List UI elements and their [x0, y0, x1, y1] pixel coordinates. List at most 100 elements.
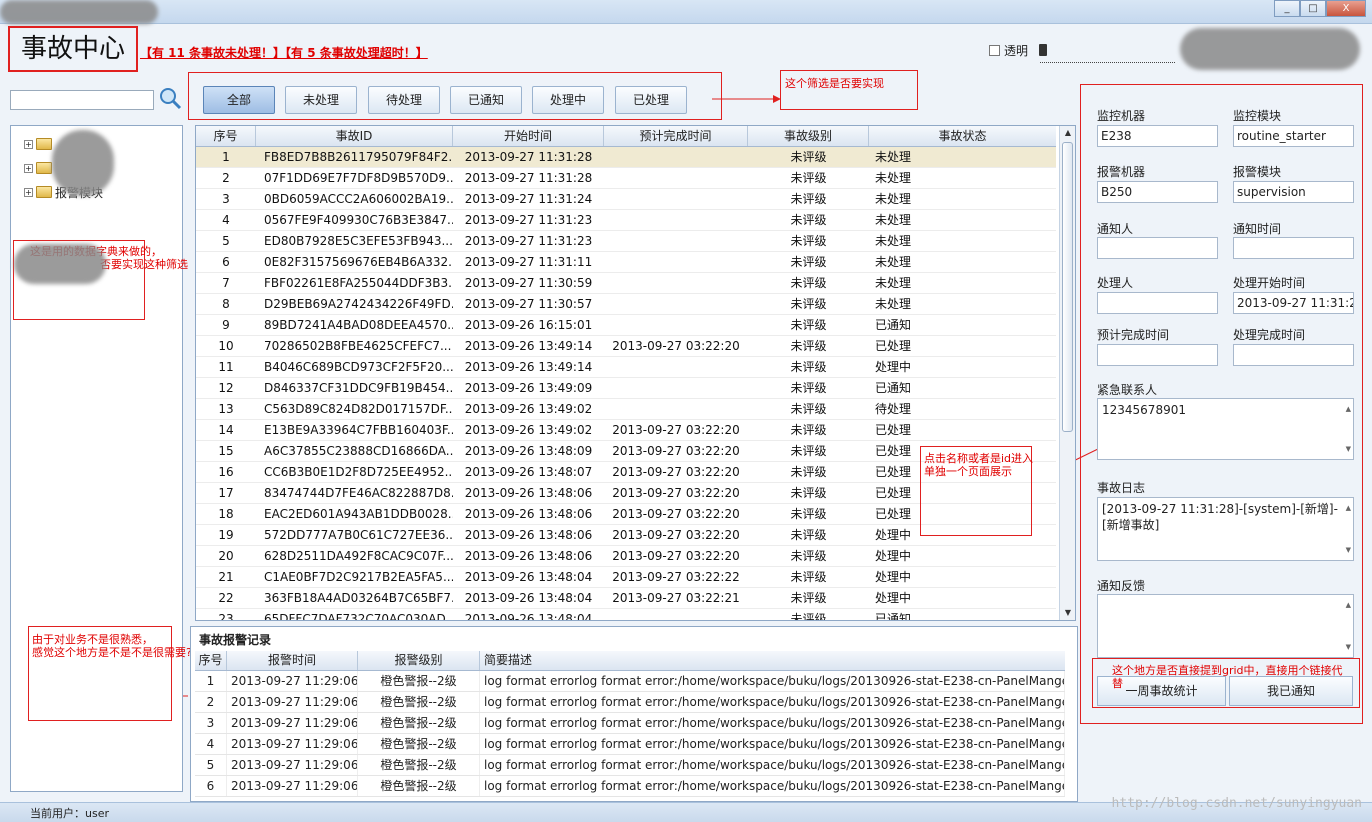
- table-row[interactable]: 3 2013-09-27 11:29:06 橙色警报--2级 log format e…: [195, 713, 1065, 734]
- table-cell[interactable]: D29BEB69A2742434226F49FD...: [256, 294, 453, 314]
- table-row[interactable]: 6 2013-09-27 11:29:06 橙色警报--2级 log format e…: [195, 776, 1065, 797]
- table-cell[interactable]: 0BD6059ACCC2A606002BA19...: [256, 189, 453, 209]
- notified-button[interactable]: 我已通知: [1229, 676, 1353, 706]
- table-cell[interactable]: 572DD777A7B0C61C727EE36...: [256, 525, 453, 545]
- table-row[interactable]: 4 0567FE9F409930C76B3E3847... 2013-09-27 1…: [196, 210, 1056, 231]
- table-cell[interactable]: CC6B3B0E1D2F8D725EE4952...: [256, 462, 453, 482]
- scroll-up-icon[interactable]: ▲: [1060, 126, 1075, 140]
- table-row[interactable]: 10 70286502B8FBE4625CFEFC7... 2013-09-26 1…: [196, 336, 1056, 357]
- table-row[interactable]: 20 628D2511DA492F8CAC9C07F... 2013-09-26 1…: [196, 546, 1056, 567]
- transparency-slider[interactable]: [1040, 55, 1175, 63]
- table-cell[interactable]: E13BE9A33964C7FBB160403F...: [256, 420, 453, 440]
- tree-node-2[interactable]: +: [24, 159, 52, 177]
- table-cell[interactable]: ED80B7928E5C3EFE53FB943...: [256, 231, 453, 251]
- scroll-down-icon[interactable]: ▼: [1060, 606, 1075, 620]
- table-cell[interactable]: 07F1DD69E7F7DF8D9B570D9...: [256, 168, 453, 188]
- col-header[interactable]: 报警时间: [227, 651, 358, 670]
- scroll-down-icon[interactable]: ▼: [1346, 441, 1351, 457]
- notifier-field[interactable]: [1097, 237, 1218, 259]
- col-header[interactable]: 事故ID: [256, 126, 453, 146]
- scroll-up-icon[interactable]: ▲: [1346, 401, 1351, 417]
- scroll-down-icon[interactable]: ▼: [1346, 639, 1351, 655]
- feedback-textarea[interactable]: ▲ ▼: [1097, 594, 1354, 658]
- table-cell[interactable]: C1AE0BF7D2C9217B2EA5FA5...: [256, 567, 453, 587]
- table-row[interactable]: 3 0BD6059ACCC2A606002BA19... 2013-09-27 11…: [196, 189, 1056, 210]
- alarm-module-field[interactable]: supervision: [1233, 181, 1354, 203]
- handler-field[interactable]: [1097, 292, 1218, 314]
- contact-textarea[interactable]: 12345678901 ▲ ▼: [1097, 398, 1354, 460]
- table-cell[interactable]: EAC2ED601A943AB1DDB0028...: [256, 504, 453, 524]
- table-row[interactable]: 1 FB8ED7B8B2611795079F84F2... 2013-09-27 1…: [196, 147, 1056, 168]
- transparency-toggle[interactable]: 透明: [989, 42, 1028, 59]
- table-cell[interactable]: 0E82F3157569676EB4B6A332...: [256, 252, 453, 272]
- filter-tab-pending[interactable]: 待处理: [368, 86, 440, 114]
- table-cell[interactable]: 70286502B8FBE4625CFEFC7...: [256, 336, 453, 356]
- col-header[interactable]: 开始时间: [453, 126, 604, 146]
- col-header[interactable]: 序号: [196, 126, 256, 146]
- eta-field[interactable]: [1097, 344, 1218, 366]
- minimize-button[interactable]: _: [1274, 0, 1300, 17]
- search-button[interactable]: [158, 86, 182, 110]
- table-cell[interactable]: 628D2511DA492F8CAC9C07F...: [256, 546, 453, 566]
- table-cell[interactable]: FB8ED7B8B2611795079F84F2...: [256, 147, 453, 167]
- table-cell[interactable]: 89BD7241A4BAD08DEEA4570...: [256, 315, 453, 335]
- table-row[interactable]: 9 89BD7241A4BAD08DEEA4570... 2013-09-26 16…: [196, 315, 1056, 336]
- log-textarea[interactable]: [2013-09-27 11:31:28]-[system]-[新增]-[新增事…: [1097, 497, 1354, 561]
- done-time-field[interactable]: [1233, 344, 1354, 366]
- table-row[interactable]: 8 D29BEB69A2742434226F49FD... 2013-09-27 1…: [196, 294, 1056, 315]
- filter-tab-unhandled[interactable]: 未处理: [285, 86, 357, 114]
- table-row[interactable]: 2 2013-09-27 11:29:06 橙色警报--2级 log format e…: [195, 692, 1065, 713]
- col-header[interactable]: 简要描述: [480, 651, 1065, 670]
- tree-node-1[interactable]: +: [24, 135, 52, 153]
- alarm-machine-field[interactable]: B250: [1097, 181, 1218, 203]
- table-cell[interactable]: 83474744D7FE46AC822887D8...: [256, 483, 453, 503]
- grid-scrollbar[interactable]: ▲ ▼: [1059, 126, 1075, 620]
- col-header[interactable]: 事故级别: [748, 126, 869, 146]
- table-row[interactable]: 4 2013-09-27 11:29:06 橙色警报--2级 log format e…: [195, 734, 1065, 755]
- table-row[interactable]: 2 07F1DD69E7F7DF8D9B570D9... 2013-09-27 11…: [196, 168, 1056, 189]
- table-row[interactable]: 22 363FB18A4AD03264B7C65BF7... 2013-09-26 …: [196, 588, 1056, 609]
- scroll-up-icon[interactable]: ▲: [1346, 597, 1351, 613]
- table-row[interactable]: 7 FBF02261E8FA255044DDF3B3... 2013-09-27 1…: [196, 273, 1056, 294]
- filter-tab-notified[interactable]: 已通知: [450, 86, 522, 114]
- table-cell[interactable]: 0567FE9F409930C76B3E3847...: [256, 210, 453, 230]
- table-cell[interactable]: FBF02261E8FA255044DDF3B3...: [256, 273, 453, 293]
- table-cell[interactable]: A6C37855C23888CD16866DA...: [256, 441, 453, 461]
- maximize-button[interactable]: □: [1300, 0, 1326, 17]
- handle-start-field[interactable]: 2013-09-27 11:31:28: [1233, 292, 1354, 314]
- col-header[interactable]: 预计完成时间: [604, 126, 748, 146]
- table-row[interactable]: 23 65DFFC7DAF732C70AC030AD... 2013-09-26 1…: [196, 609, 1056, 620]
- table-cell[interactable]: D846337CF31DDC9FB19B454...: [256, 378, 453, 398]
- filter-tab-done[interactable]: 已处理: [615, 86, 687, 114]
- table-row[interactable]: 5 2013-09-27 11:29:06 橙色警报--2级 log format e…: [195, 755, 1065, 776]
- col-header[interactable]: 报警级别: [358, 651, 480, 670]
- col-header[interactable]: 事故状态: [869, 126, 1056, 146]
- scroll-thumb[interactable]: [1062, 142, 1073, 432]
- monitor-machine-field[interactable]: E238: [1097, 125, 1218, 147]
- col-header[interactable]: 序号: [195, 651, 227, 670]
- alert-summary-link[interactable]: 【有 11 条事故未处理！】【有 5 条事故处理超时！】: [140, 44, 428, 61]
- expand-icon[interactable]: +: [24, 163, 33, 173]
- table-row[interactable]: 13 C563D89C824D82D017157DF... 2013-09-26 1…: [196, 399, 1056, 420]
- expand-icon[interactable]: +: [24, 139, 33, 149]
- close-button[interactable]: X: [1326, 0, 1366, 17]
- table-row[interactable]: 12 D846337CF31DDC9FB19B454... 2013-09-26 1…: [196, 378, 1056, 399]
- table-cell[interactable]: 65DFFC7DAF732C70AC030AD...: [256, 609, 453, 620]
- table-cell[interactable]: 363FB18A4AD03264B7C65BF7...: [256, 588, 453, 608]
- filter-tab-processing[interactable]: 处理中: [532, 86, 604, 114]
- table-row[interactable]: 21 C1AE0BF7D2C9217B2EA5FA5... 2013-09-26 1…: [196, 567, 1056, 588]
- transparency-checkbox[interactable]: [989, 45, 1000, 56]
- search-input[interactable]: [10, 90, 154, 110]
- table-row[interactable]: 1 2013-09-27 11:29:06 橙色警报--2级 log format e…: [195, 671, 1065, 692]
- scroll-up-icon[interactable]: ▲: [1346, 500, 1351, 516]
- table-cell[interactable]: C563D89C824D82D017157DF...: [256, 399, 453, 419]
- table-row[interactable]: 6 0E82F3157569676EB4B6A332... 2013-09-27 1…: [196, 252, 1056, 273]
- expand-icon[interactable]: +: [24, 187, 33, 197]
- filter-tab-all[interactable]: 全部: [203, 86, 275, 114]
- table-row[interactable]: 14 E13BE9A33964C7FBB160403F... 2013-09-26 …: [196, 420, 1056, 441]
- scroll-down-icon[interactable]: ▼: [1346, 542, 1351, 558]
- monitor-module-field[interactable]: routine_starter: [1233, 125, 1354, 147]
- notify-time-field[interactable]: [1233, 237, 1354, 259]
- table-row[interactable]: 11 B4046C689BCD973CF2F5F20... 2013-09-26 1…: [196, 357, 1056, 378]
- table-row[interactable]: 5 ED80B7928E5C3EFE53FB943... 2013-09-27 11…: [196, 231, 1056, 252]
